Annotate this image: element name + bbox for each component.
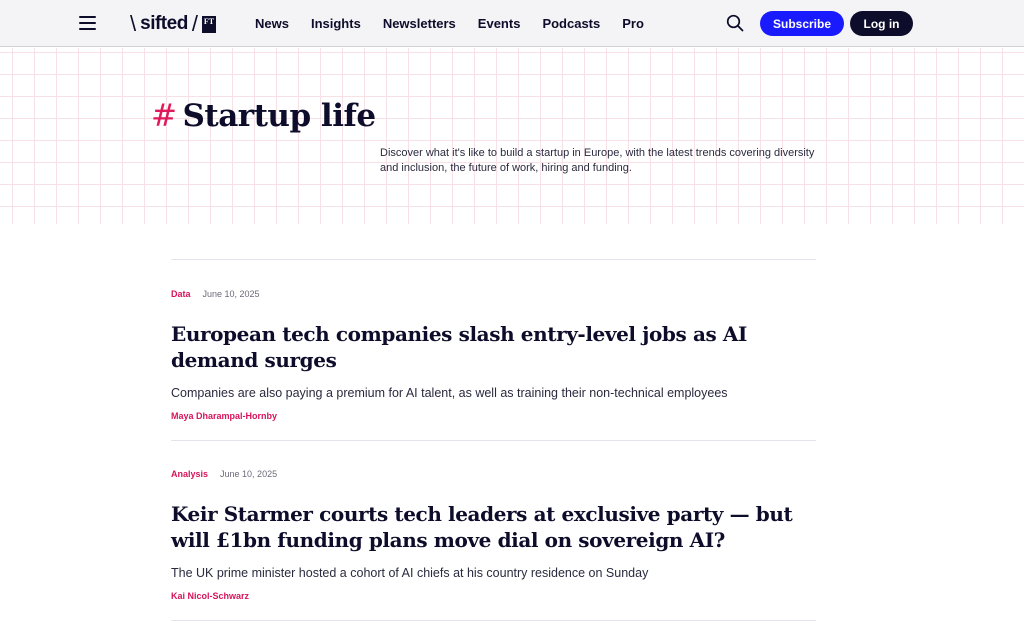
hero-section: # Startup life Discover what it's like to… — [0, 48, 1024, 224]
article-author[interactable]: Kai Nicol-Schwarz — [171, 591, 831, 601]
logo-slash: / — [191, 11, 198, 36]
hash-symbol: # — [151, 98, 177, 134]
sifted-logo[interactable]: \ sifted / FT — [130, 11, 216, 37]
divider — [171, 440, 816, 441]
article-standfirst: Companies are also paying a premium for … — [171, 386, 728, 400]
article-date: June 10, 2025 — [202, 289, 260, 299]
nav-news[interactable]: News — [255, 16, 289, 31]
article-category[interactable]: Data — [171, 289, 191, 299]
article-author[interactable]: Maya Dharampal-Hornby — [171, 411, 831, 421]
logo-text: sifted — [140, 13, 188, 34]
login-button[interactable]: Log in — [850, 11, 913, 36]
subscribe-button[interactable]: Subscribe — [760, 11, 844, 36]
nav-insights[interactable]: Insights — [311, 16, 361, 31]
site-header: \ sifted / FT News Insights Newsletters … — [0, 0, 1024, 47]
page-title: # Startup life — [151, 98, 376, 134]
search-icon[interactable] — [726, 14, 744, 32]
article-standfirst: The UK prime minister hosted a cohort of… — [171, 566, 649, 580]
main-nav: News Insights Newsletters Events Podcast… — [255, 0, 666, 47]
article-headline[interactable]: European tech companies slash entry-leve… — [171, 321, 821, 373]
nav-events[interactable]: Events — [478, 16, 521, 31]
article-card: Analysis June 10, 2025 Keir Starmer cour… — [171, 467, 831, 601]
menu-icon[interactable] — [79, 15, 97, 31]
article-headline[interactable]: Keir Starmer courts tech leaders at excl… — [171, 501, 821, 553]
article-meta: Data June 10, 2025 — [171, 287, 831, 301]
article-card: Data June 10, 2025 European tech compani… — [171, 287, 831, 421]
nav-newsletters[interactable]: Newsletters — [383, 16, 456, 31]
logo-slash: \ — [130, 11, 137, 36]
divider — [171, 620, 816, 621]
article-date: June 10, 2025 — [220, 469, 278, 479]
ft-badge-icon: FT — [201, 15, 216, 33]
divider — [171, 259, 816, 260]
article-meta: Analysis June 10, 2025 — [171, 467, 831, 481]
page-description: Discover what it's like to build a start… — [380, 147, 815, 174]
article-category[interactable]: Analysis — [171, 469, 208, 479]
page-title-text: Startup life — [182, 98, 376, 134]
nav-pro[interactable]: Pro — [622, 16, 644, 31]
nav-podcasts[interactable]: Podcasts — [542, 16, 600, 31]
